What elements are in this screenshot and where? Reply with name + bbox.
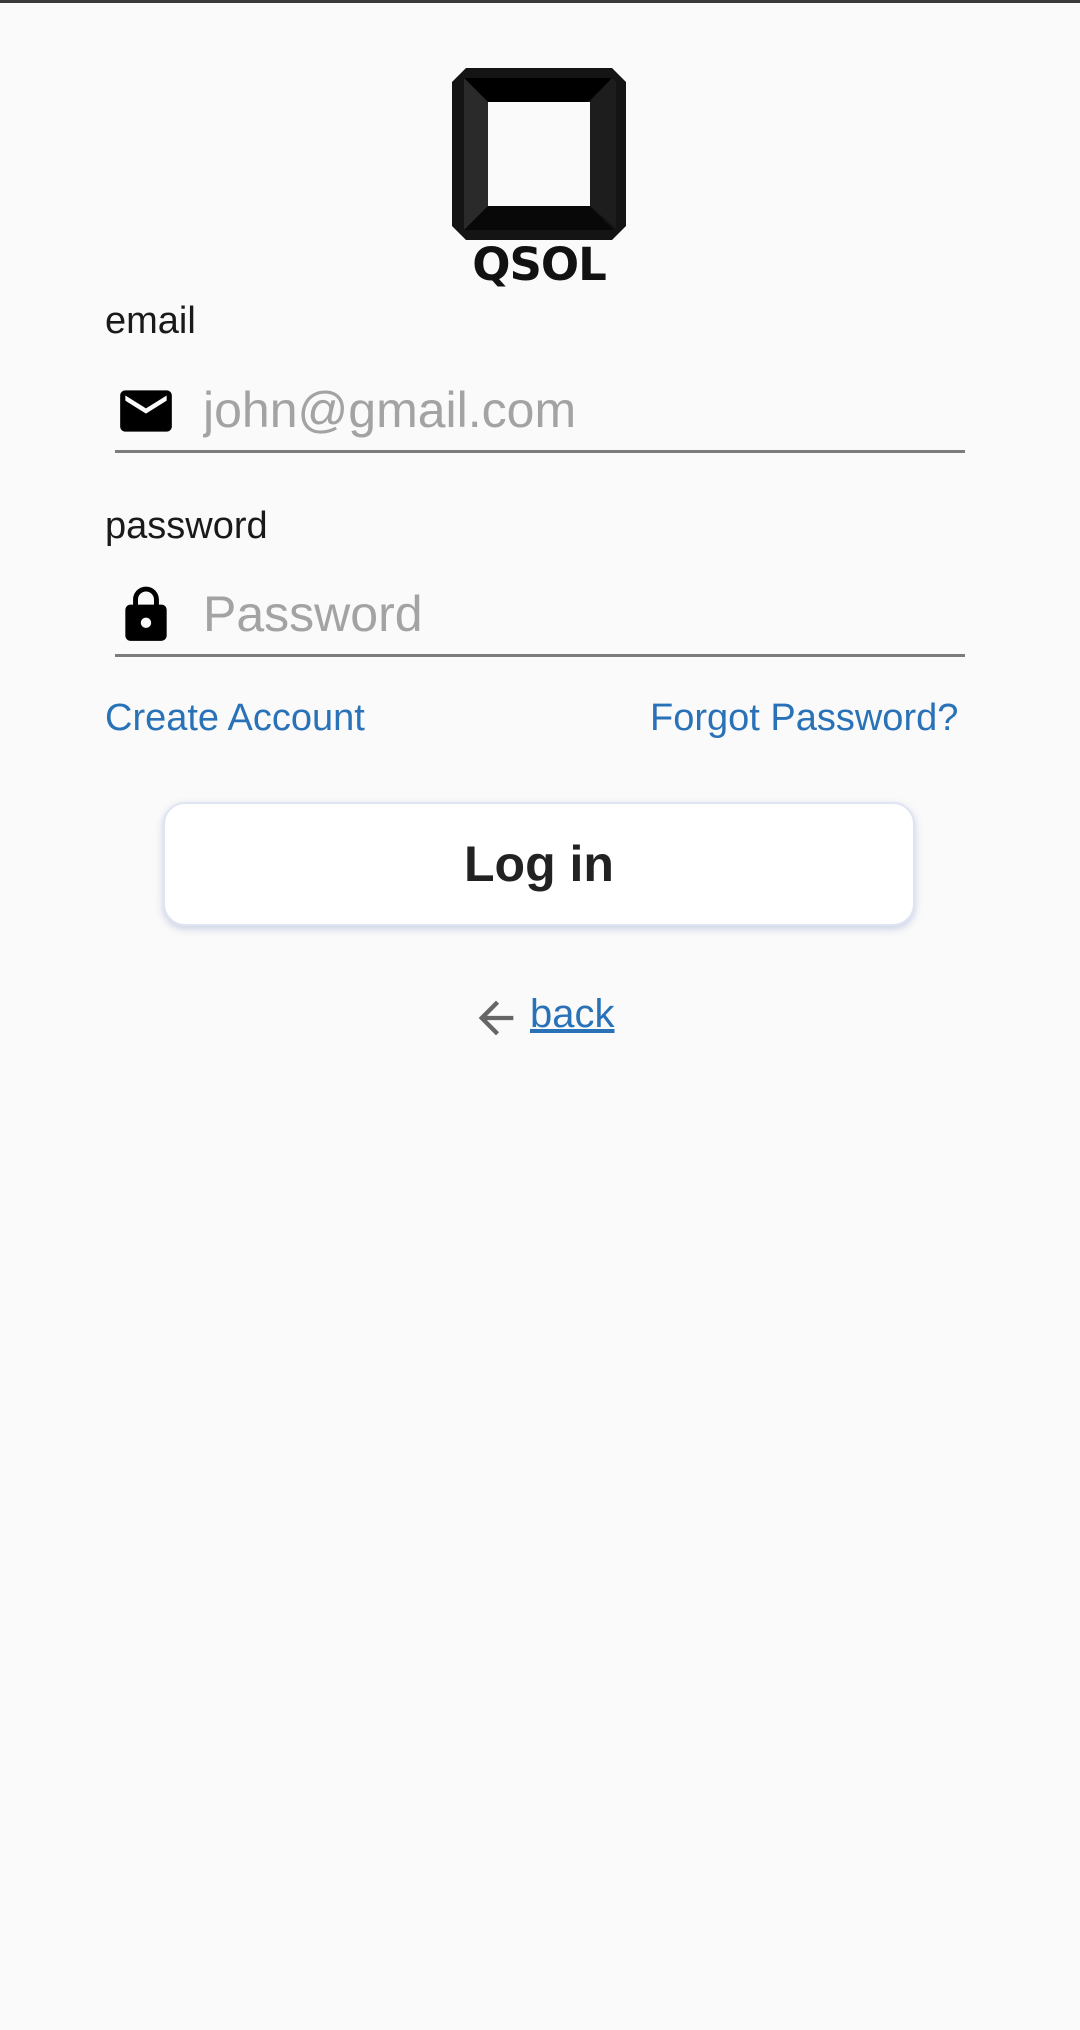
password-field-row[interactable] — [115, 574, 965, 657]
logo-square-mark — [452, 68, 626, 240]
forgot-password-link[interactable]: Forgot Password? — [650, 696, 958, 740]
login-button[interactable]: Log in — [163, 802, 915, 926]
email-label: email — [105, 300, 196, 342]
top-edge-border — [0, 0, 1080, 3]
password-label: password — [105, 505, 268, 547]
password-input[interactable] — [203, 578, 953, 650]
mail-icon — [115, 380, 177, 442]
create-account-link[interactable]: Create Account — [105, 696, 365, 740]
email-input[interactable] — [203, 374, 953, 446]
arrow-left-icon[interactable] — [470, 992, 522, 1044]
email-field-row[interactable] — [115, 370, 965, 453]
logo-wordmark: QSOL — [472, 238, 607, 291]
back-link[interactable]: back — [530, 991, 615, 1037]
lock-icon — [115, 584, 177, 646]
app-logo: QSOL — [452, 68, 626, 290]
